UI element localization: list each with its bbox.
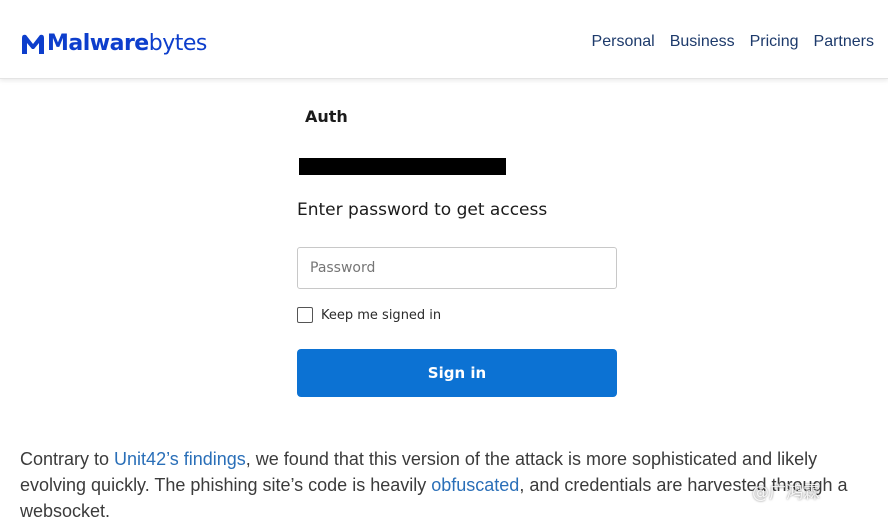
article-paragraph: Contrary to Unit42’s findings, we found … <box>20 446 880 521</box>
main-nav: Personal Business Pricing Partners <box>592 33 874 51</box>
keep-signed-in-row: Keep me signed in <box>297 307 441 323</box>
nav-pricing[interactable]: Pricing <box>750 33 799 51</box>
access-heading: Enter password to get access <box>297 200 548 220</box>
malwarebytes-logo[interactable]: Malwarebytes <box>20 28 207 60</box>
article-text-1: Contrary to <box>20 449 115 469</box>
auth-title: Auth <box>305 107 348 126</box>
logo-light: bytes <box>148 31 208 56</box>
site-header: Malwarebytes Personal Business Pricing P… <box>0 0 888 79</box>
phishing-page-screenshot: Auth Enter password to get access Keep m… <box>266 92 622 427</box>
logo-bold: Malware <box>47 31 149 56</box>
sign-in-button[interactable]: Sign in <box>297 349 617 397</box>
nav-business[interactable]: Business <box>670 33 735 51</box>
keep-signed-in-label: Keep me signed in <box>321 307 442 323</box>
logo-wordmark: Malwarebytes <box>47 33 207 55</box>
password-input[interactable] <box>297 247 617 289</box>
keep-signed-in-checkbox[interactable] <box>297 307 313 323</box>
malwarebytes-m-icon <box>22 34 44 54</box>
unit42-link[interactable]: Unit42’s findings <box>114 449 246 469</box>
nav-partners[interactable]: Partners <box>814 33 874 51</box>
obfuscated-link[interactable]: obfuscated <box>431 475 519 495</box>
redacted-bar <box>299 158 506 175</box>
nav-personal[interactable]: Personal <box>592 33 655 51</box>
